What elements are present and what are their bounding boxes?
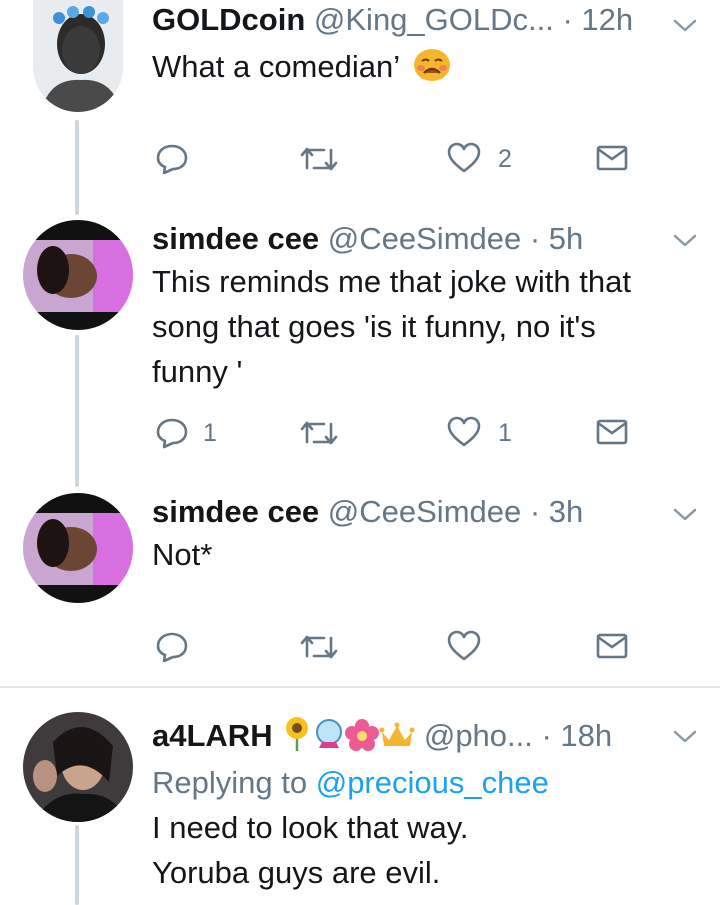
retweet-icon[interactable] — [300, 633, 338, 661]
tweet-text-line: funny ' — [152, 354, 243, 389]
tweet-text-line: Yoruba guys are evil. — [152, 855, 441, 890]
avatar[interactable] — [23, 712, 133, 822]
divider — [0, 686, 720, 688]
tweet-text-line: This reminds me that joke with that — [152, 264, 631, 299]
replying-prefix: Replying to — [152, 765, 308, 800]
thread-line — [75, 825, 79, 905]
tweet-header: GOLDcoin @King_GOLDc... · 12h — [152, 2, 633, 38]
tweet-text: This reminds me that joke with that song… — [152, 259, 702, 394]
reply-count: 1 — [203, 419, 217, 447]
tweet-header: simdee cee @CeeSimdee · 3h — [152, 494, 583, 530]
crystal-ball-emoji-icon — [316, 719, 343, 748]
user-handle[interactable]: @King_GOLDc... — [314, 2, 554, 37]
replying-to: Replying to @precious_chee — [152, 760, 702, 805]
mention-link[interactable]: @precious_chee — [316, 765, 549, 800]
thread-line — [75, 120, 79, 215]
direct-message-icon[interactable] — [596, 633, 628, 659]
sad-face-emoji-icon — [413, 49, 450, 81]
avatar[interactable] — [23, 220, 133, 330]
crown-emoji-icon — [379, 722, 415, 746]
tweet-text-line: I need to look that way. — [152, 810, 469, 845]
thread-line — [75, 335, 79, 487]
retweet-icon[interactable] — [300, 145, 338, 173]
sunflower-emoji-icon — [286, 717, 309, 751]
tweet-text-line: song that goes 'is it funny, no it's — [152, 309, 596, 344]
timestamp[interactable]: · 5h — [530, 221, 583, 256]
tweet-text: Replying to @precious_chee I need to loo… — [152, 760, 702, 895]
like-count: 2 — [498, 145, 512, 173]
chevron-down-icon[interactable] — [672, 729, 698, 745]
user-handle[interactable]: @CeeSimdee — [328, 494, 521, 529]
tweet-text: Not* — [152, 532, 702, 577]
retweet-icon[interactable] — [300, 419, 338, 447]
display-name[interactable]: GOLDcoin — [152, 2, 305, 37]
tweet-header: a4LARH @pho... · 18h — [152, 716, 612, 754]
tweet-text: What a comedian’ — [152, 44, 702, 89]
reply-icon[interactable] — [155, 631, 189, 663]
timestamp[interactable]: · 12h — [562, 2, 633, 37]
like-count: 1 — [498, 419, 512, 447]
timestamp[interactable]: · 3h — [530, 494, 583, 529]
avatar[interactable] — [33, 0, 123, 112]
tweet-text-line: What a comedian’ — [152, 49, 399, 84]
user-handle[interactable]: @pho... — [424, 718, 533, 753]
tweet-text-line: Not* — [152, 537, 213, 572]
avatar[interactable] — [23, 493, 133, 603]
direct-message-icon[interactable] — [596, 145, 628, 171]
user-handle[interactable]: @CeeSimdee — [328, 221, 521, 256]
direct-message-icon[interactable] — [596, 419, 628, 445]
like-icon[interactable] — [446, 142, 482, 174]
timestamp[interactable]: · 18h — [542, 718, 613, 753]
chevron-down-icon[interactable] — [672, 233, 698, 249]
reply-icon[interactable] — [155, 143, 189, 175]
chevron-down-icon[interactable] — [672, 507, 698, 523]
like-icon[interactable] — [446, 416, 482, 448]
tweet-header: simdee cee @CeeSimdee · 5h — [152, 221, 583, 257]
display-name[interactable]: simdee cee — [152, 494, 319, 529]
display-name[interactable]: a4LARH — [152, 718, 273, 753]
display-name[interactable]: simdee cee — [152, 221, 319, 256]
like-icon[interactable] — [446, 630, 482, 662]
reply-icon[interactable] — [155, 417, 189, 449]
blossom-emoji-icon — [345, 719, 380, 751]
chevron-down-icon[interactable] — [672, 18, 698, 34]
